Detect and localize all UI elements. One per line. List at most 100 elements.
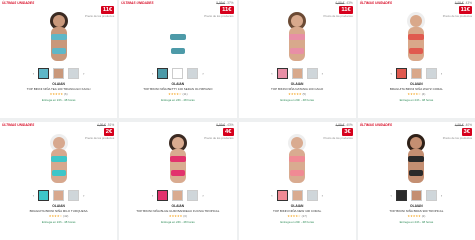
product-photo[interactable] (156, 130, 200, 186)
old-price: 6,99 € -43% (455, 1, 472, 5)
product-title[interactable]: TOP BIKINI NIÑA BLUE GUIR BANDEAU FUCSIA… (136, 209, 219, 213)
last-units-flag: ÚLTIMAS UNIDADES (359, 1, 393, 5)
color-thumbnails: ‹ › (271, 190, 323, 201)
thumbnail[interactable] (187, 68, 199, 79)
thumbnail[interactable] (68, 68, 80, 79)
brand-name: OLAIAN (171, 204, 185, 208)
chevron-right-icon[interactable]: › (322, 71, 323, 76)
thumbnail[interactable] (410, 190, 422, 201)
review-count: (3) (183, 214, 187, 218)
old-price: 6,99 € -43% (336, 1, 353, 5)
product-title[interactable]: TOP BIKINI NIÑA NEW 100 CORAL (273, 209, 321, 213)
old-price: 4,99 € -40% (336, 123, 353, 127)
delivery-info: Entrega en 24h - 48 horas (41, 220, 76, 224)
product-photo[interactable] (275, 8, 319, 64)
thumbnail[interactable] (395, 190, 407, 201)
delivery-info: Entrega en 24h - 48 horas (399, 220, 434, 224)
star-icon: ★★★★☆ (48, 214, 63, 218)
thumbnail[interactable] (157, 68, 169, 79)
star-icon: ★★★★★ (407, 214, 421, 218)
product-card[interactable]: 4,99 € -40% 3€ Precio de los productos ‹… (238, 122, 356, 240)
review-count: (42) (63, 214, 69, 218)
product-title[interactable]: BRAGUITA BIKINI NIÑA WHYZ CORAL (390, 87, 443, 91)
color-thumbnails: ‹ › (152, 190, 204, 201)
price-note: Precio de los productos (323, 136, 353, 140)
chevron-right-icon[interactable]: › (202, 193, 203, 198)
review-count: (17) (301, 214, 307, 218)
product-card[interactable]: 6,99 € -43% 4€ Precio de los productos ‹… (119, 122, 237, 240)
chevron-left-icon[interactable]: ‹ (33, 193, 34, 198)
product-card[interactable]: ÚLTIMAS UNIDADES 4,99 € -51% 2€ Precio d… (0, 122, 118, 240)
thumbnail[interactable] (53, 190, 65, 201)
review-count: (2) (421, 214, 426, 218)
crossed-price: 4,99 € (454, 123, 464, 127)
product-card[interactable]: ÚLTIMAS UNIDADES 11€ Precio de los produ… (0, 0, 118, 118)
review-count: (4) (421, 92, 426, 96)
product-card[interactable]: ÚLTIMAS UNIDADES 4,99 € -40% 3€ Precio d… (357, 122, 475, 240)
chevron-right-icon[interactable]: › (83, 71, 84, 76)
thumbnail[interactable] (306, 68, 318, 79)
thumbnail[interactable] (291, 190, 303, 201)
chevron-right-icon[interactable]: › (441, 71, 442, 76)
chevron-left-icon[interactable]: ‹ (152, 71, 153, 76)
thumbnail[interactable] (291, 68, 303, 79)
product-card[interactable]: ÚLTIMAS UNIDADES 6,99 € -43% 11€ Precio … (357, 0, 475, 118)
product-photo[interactable] (394, 130, 438, 186)
chevron-left-icon[interactable]: ‹ (152, 193, 153, 198)
thumbnail[interactable] (276, 68, 288, 79)
chevron-right-icon[interactable]: › (441, 193, 442, 198)
product-card[interactable]: 6,99 € -43% 11€ Precio de los productos … (238, 0, 356, 118)
chevron-left-icon[interactable]: ‹ (33, 71, 34, 76)
thumbnail[interactable] (68, 190, 80, 201)
product-title[interactable]: BRAGUITA BIKINI NIÑA MILO TURQUESA (30, 209, 88, 213)
product-photo[interactable] (37, 8, 81, 64)
chevron-left-icon[interactable]: ‹ (391, 71, 392, 76)
thumbnail[interactable] (410, 68, 422, 79)
price-badge: 2€ (103, 128, 115, 136)
chevron-left-icon[interactable]: ‹ (271, 71, 272, 76)
discount-percent: -40% (464, 123, 472, 127)
thumbnail[interactable] (38, 190, 50, 201)
price-note: Precio de los productos (442, 14, 472, 18)
thumbnail[interactable] (425, 190, 437, 201)
chevron-right-icon[interactable]: › (83, 193, 84, 198)
chevron-left-icon[interactable]: ‹ (391, 193, 392, 198)
brand-name: OLAIAN (290, 204, 304, 208)
product-photo[interactable] (156, 8, 200, 64)
product-title[interactable]: TOP BIKINI NIÑA TEA 100 TRIANGULO KAOLI (27, 87, 91, 91)
product-title[interactable]: TOP BIKINI NIÑA BETTY 100 SEDAN OLYMPIAN… (143, 87, 212, 91)
thumbnail[interactable] (276, 190, 288, 201)
product-photo[interactable] (394, 8, 438, 64)
product-title[interactable]: TOP BIKINI NIÑA NATANIA 100 CAGO (271, 87, 323, 91)
thumbnail[interactable] (172, 68, 184, 79)
thumbnail[interactable] (53, 68, 65, 79)
brand-name: OLAIAN (52, 204, 65, 208)
chevron-left-icon[interactable]: ‹ (271, 193, 272, 198)
rating: ★★★★☆ (4) (407, 92, 425, 96)
product-photo[interactable] (275, 130, 319, 186)
product-title[interactable]: TOP BIKINI NIÑA BRAS 900 TROPICAL (389, 209, 443, 213)
thumbnail[interactable] (306, 190, 318, 201)
thumbnail[interactable] (425, 68, 437, 79)
delivery-info: Entrega en 24h - 48 horas (161, 220, 195, 224)
discount-percent: -43% (226, 123, 234, 127)
brand-name: OLAIAN (171, 82, 185, 86)
price-badge: 3€ (461, 128, 472, 136)
chevron-right-icon[interactable]: › (322, 193, 323, 198)
discount-percent: -43% (345, 1, 353, 5)
price-badge: 4€ (223, 128, 234, 136)
thumbnail[interactable] (172, 190, 184, 201)
thumbnail[interactable] (157, 190, 169, 201)
thumbnail[interactable] (187, 190, 199, 201)
thumbnail[interactable] (395, 68, 407, 79)
product-card[interactable]: ÚLTIMAS UNIDADES 9,99 € -37% 11€ Precio … (119, 0, 237, 118)
crossed-price: 6,99 € (216, 123, 226, 127)
brand-name: OLAIAN (410, 204, 423, 208)
price-badge: 11€ (339, 6, 353, 14)
star-icon: ★★★★☆ (407, 92, 421, 96)
price-badge: 3€ (342, 128, 353, 136)
chevron-right-icon[interactable]: › (202, 71, 203, 76)
last-units-flag: ÚLTIMAS UNIDADES (121, 1, 154, 5)
product-photo[interactable] (37, 130, 81, 186)
thumbnail[interactable] (38, 68, 50, 79)
